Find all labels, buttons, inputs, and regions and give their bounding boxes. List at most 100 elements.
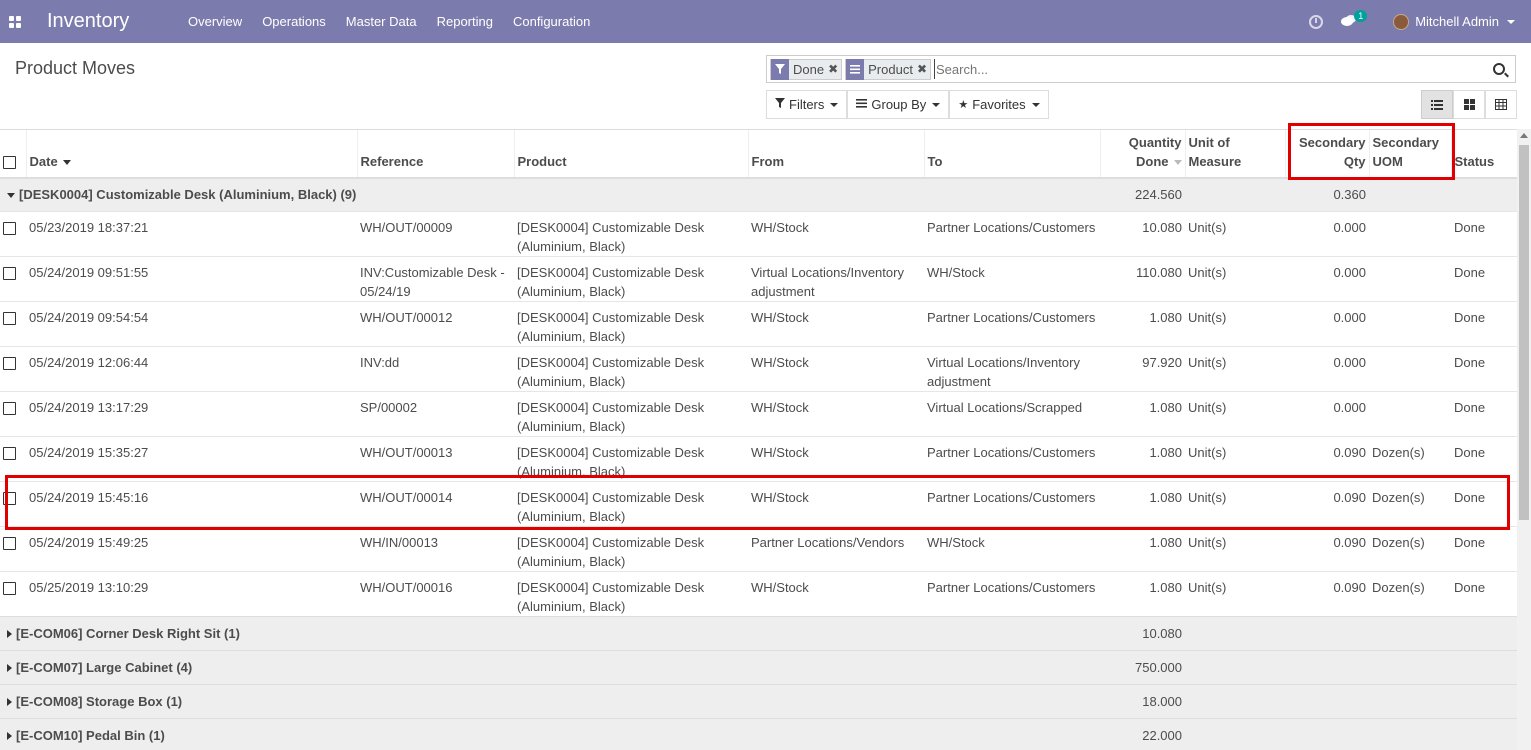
group-by-button[interactable]: Group By	[847, 90, 950, 119]
app-name[interactable]: Inventory	[47, 10, 178, 33]
row-checkbox[interactable]	[3, 581, 16, 595]
messages-icon[interactable]: 1	[1341, 10, 1368, 28]
col-date[interactable]: Date	[26, 130, 358, 179]
remove-facet-icon[interactable]: ✖	[828, 62, 841, 76]
star-icon: ★	[958, 99, 969, 111]
select-all-header	[0, 130, 27, 179]
remove-facet-icon[interactable]: ✖	[917, 62, 930, 76]
row-checkbox[interactable]	[3, 221, 16, 235]
group-qty: 22.000	[1100, 717, 1185, 750]
activity-clock-icon[interactable]	[1309, 14, 1324, 29]
cell-secondary-qty: 0.000	[1285, 300, 1369, 346]
search-options: Filters Group By ★ Favorites	[766, 90, 1049, 119]
row-checkbox[interactable]	[3, 311, 16, 325]
cell-product: [DESK0004] Customizable Desk (Aluminium,…	[514, 480, 748, 526]
group-row[interactable]: [DESK0004] Customizable Desk (Aluminium,…	[0, 177, 1517, 211]
table-row[interactable]: 05/24/2019 15:35:27 WH/OUT/00013 [DESK0004…	[0, 435, 1517, 481]
row-checkbox[interactable]	[3, 356, 16, 370]
col-to[interactable]: To	[924, 130, 1101, 179]
menu-master-data[interactable]: Master Data	[336, 0, 427, 43]
filters-button[interactable]: Filters	[766, 90, 848, 119]
caret-right-icon	[7, 630, 12, 639]
table-row[interactable]: 05/23/2019 18:37:21 WH/OUT/00009 [DESK0004…	[0, 210, 1517, 256]
cell-qty-done: 1.080	[1100, 480, 1185, 526]
col-unit-of-measure[interactable]: Unit of Measure	[1185, 130, 1286, 179]
search-input[interactable]	[934, 59, 1493, 79]
row-checkbox[interactable]	[3, 266, 16, 280]
group-label[interactable]: [E-COM10] Pedal Bin (1)	[0, 717, 1100, 750]
favorites-button[interactable]: ★ Favorites	[949, 90, 1049, 119]
row-checkbox[interactable]	[3, 401, 16, 415]
menu-reporting[interactable]: Reporting	[427, 0, 503, 43]
pivot-view-icon[interactable]	[1485, 90, 1517, 119]
col-product[interactable]: Product	[514, 130, 749, 179]
table-row[interactable]: 05/24/2019 15:45:16 WH/OUT/00014 [DESK0004…	[0, 480, 1517, 526]
col-status[interactable]: Status	[1451, 130, 1517, 179]
cell-to: Partner Locations/Customers	[924, 570, 1100, 616]
col-reference[interactable]: Reference	[357, 130, 515, 179]
select-all-checkbox[interactable]	[3, 156, 16, 170]
cell-qty-done: 110.080	[1100, 255, 1185, 301]
group-label[interactable]: [DESK0004] Customizable Desk (Aluminium,…	[0, 177, 1100, 211]
col-secondary-uom[interactable]: Secondary UOM	[1369, 130, 1452, 179]
cell-uom: Unit(s)	[1185, 300, 1285, 346]
col-quantity-done[interactable]: Quantity Done	[1100, 130, 1186, 179]
cell-uom: Unit(s)	[1185, 525, 1285, 571]
row-checkbox[interactable]	[3, 446, 16, 460]
vertical-scrollbar[interactable]	[1517, 129, 1531, 750]
cell-date: 05/24/2019 15:49:25	[26, 525, 357, 571]
table-row[interactable]: 05/24/2019 12:06:44 INV:dd [DESK0004] Cust…	[0, 345, 1517, 391]
group-row[interactable]: [E-COM10] Pedal Bin (1) 22.000	[0, 717, 1517, 750]
cell-product: [DESK0004] Customizable Desk (Aluminium,…	[514, 525, 748, 571]
cell-qty-done: 10.080	[1100, 210, 1185, 256]
user-name[interactable]: Mitchell Admin	[1415, 14, 1499, 29]
kanban-view-icon[interactable]	[1453, 90, 1485, 119]
cell-to: Partner Locations/Customers	[924, 300, 1100, 346]
group-row[interactable]: [E-COM08] Storage Box (1) 18.000	[0, 683, 1517, 718]
list-view-icon[interactable]	[1421, 90, 1453, 119]
cell-reference: INV:dd	[357, 345, 514, 391]
cell-reference: WH/OUT/00012	[357, 300, 514, 346]
col-from[interactable]: From	[748, 130, 925, 179]
group-label[interactable]: [E-COM06] Corner Desk Right Sit (1)	[0, 615, 1100, 650]
avatar[interactable]	[1393, 13, 1410, 30]
search-icon[interactable]	[1493, 63, 1505, 75]
cell-reference: SP/00002	[357, 390, 514, 436]
table-row[interactable]: 05/24/2019 15:49:25 WH/IN/00013 [DESK0004]…	[0, 525, 1517, 571]
table-row[interactable]: 05/24/2019 09:51:55 INV:Customizable Desk…	[0, 255, 1517, 301]
cell-to: Partner Locations/Customers	[924, 435, 1100, 481]
table-row[interactable]: 05/25/2019 13:10:29 WH/OUT/00016 [DESK0004…	[0, 570, 1517, 616]
filter-icon	[771, 58, 789, 80]
cell-date: 05/24/2019 15:45:16	[26, 480, 357, 526]
cell-qty-done: 1.080	[1100, 435, 1185, 481]
menu-operations[interactable]: Operations	[252, 0, 336, 43]
row-checkbox[interactable]	[3, 491, 16, 505]
col-secondary-qty[interactable]: Secondary Qty	[1285, 130, 1370, 179]
cell-secondary-uom: Dozen(s)	[1369, 525, 1451, 571]
table-row[interactable]: 05/24/2019 09:54:54 WH/OUT/00012 [DESK0004…	[0, 300, 1517, 346]
menu-configuration[interactable]: Configuration	[503, 0, 600, 43]
group-row[interactable]: [E-COM07] Large Cabinet (4) 750.000	[0, 649, 1517, 684]
row-checkbox[interactable]	[3, 536, 16, 550]
cell-uom: Unit(s)	[1185, 435, 1285, 481]
group-qty: 18.000	[1100, 683, 1185, 718]
page-title[interactable]: Product Moves	[15, 58, 135, 79]
group-row[interactable]: [E-COM06] Corner Desk Right Sit (1) 10.08…	[0, 615, 1517, 650]
cell-status: Done	[1451, 390, 1517, 436]
table-row[interactable]: 05/24/2019 13:17:29 SP/00002 [DESK0004] Cu…	[0, 390, 1517, 436]
cell-qty-done: 1.080	[1100, 390, 1185, 436]
caret-down-icon	[1031, 102, 1040, 107]
user-menu-caret-icon[interactable]	[1507, 19, 1515, 24]
group-label[interactable]: [E-COM07] Large Cabinet (4)	[0, 649, 1100, 684]
menu-overview[interactable]: Overview	[178, 0, 252, 43]
caret-down-icon	[932, 102, 941, 107]
scrollbar-thumb[interactable]	[1519, 145, 1529, 520]
cell-secondary-qty: 0.000	[1285, 390, 1369, 436]
cell-reference: WH/OUT/00014	[357, 480, 514, 526]
cell-product: [DESK0004] Customizable Desk (Aluminium,…	[514, 210, 748, 256]
cell-uom: Unit(s)	[1185, 570, 1285, 616]
cell-status: Done	[1451, 435, 1517, 481]
apps-menu-icon[interactable]	[0, 0, 30, 43]
scroll-up-icon[interactable]	[1520, 133, 1528, 138]
group-label[interactable]: [E-COM08] Storage Box (1)	[0, 683, 1100, 718]
